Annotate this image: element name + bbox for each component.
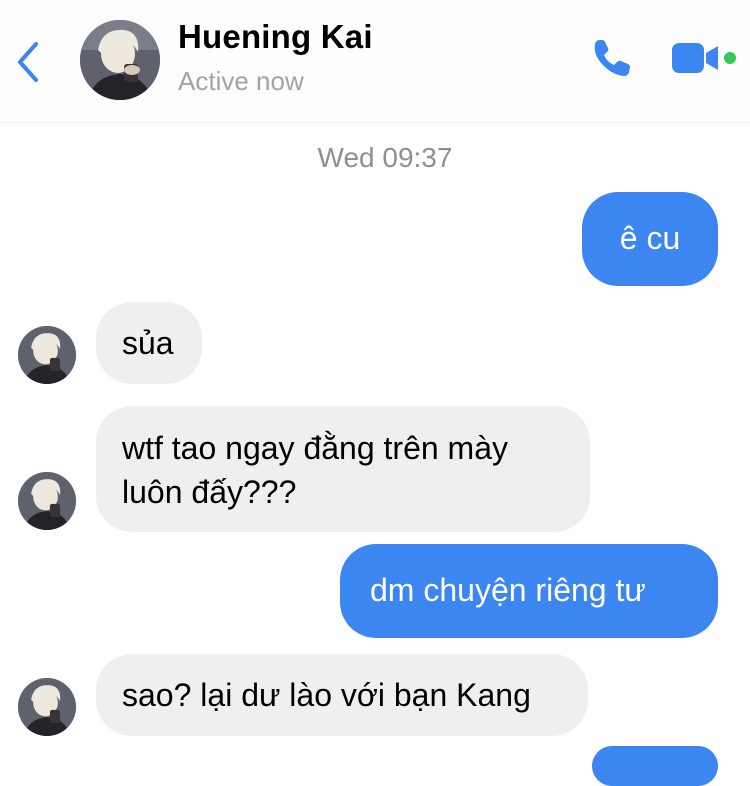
incoming-message[interactable]: sủa xyxy=(96,302,202,384)
message-text-line: luôn đấy??? xyxy=(122,474,297,510)
conversation-timestamp: Wed 09:37 xyxy=(317,142,453,173)
incoming-message[interactable]: sao? lại dư lào với bạn Kang xyxy=(96,654,588,736)
message-text: ê cu xyxy=(619,220,681,256)
message-text: sủa xyxy=(122,325,174,361)
sender-avatar[interactable] xyxy=(18,678,76,736)
back-chevron-icon[interactable] xyxy=(14,40,46,84)
sender-avatar[interactable] xyxy=(18,472,76,530)
outgoing-message[interactable]: ê cu xyxy=(582,192,718,286)
outgoing-message-partial[interactable] xyxy=(592,746,718,786)
message-text: sao? lại dư lào với bạn Kang xyxy=(122,677,531,713)
outgoing-message[interactable]: dm chuyện riêng tư xyxy=(340,544,718,638)
message-text: dm chuyện riêng tư xyxy=(370,572,646,608)
contact-name[interactable]: Huening Kai xyxy=(178,18,373,56)
chat-header: Huening Kai Active now xyxy=(0,0,750,123)
phone-icon[interactable] xyxy=(590,36,634,80)
incoming-message[interactable]: wtf tao ngay đằng trên mày luôn đấy??? xyxy=(96,406,590,532)
video-camera-icon[interactable] xyxy=(670,40,720,76)
active-status: Active now xyxy=(178,66,304,96)
message-text-line: wtf tao ngay đằng trên mày xyxy=(122,430,508,466)
contact-avatar[interactable] xyxy=(80,20,160,100)
sender-avatar[interactable] xyxy=(18,326,76,384)
online-indicator xyxy=(724,52,736,64)
